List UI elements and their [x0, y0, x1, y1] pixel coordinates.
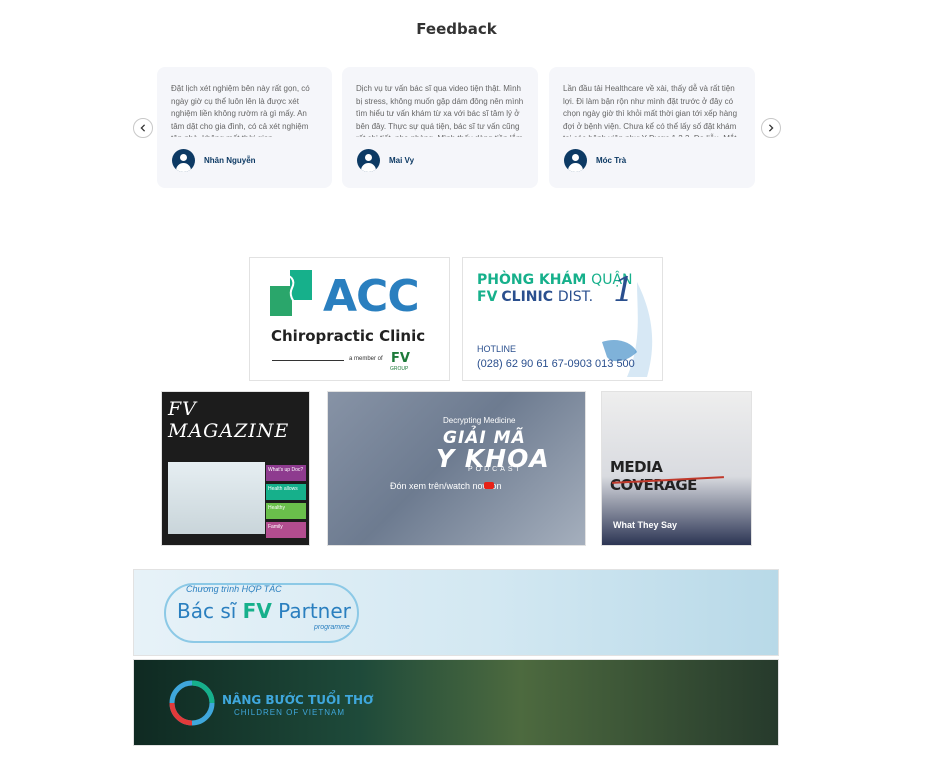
- avatar: [357, 149, 380, 172]
- page-title: Feedback: [416, 20, 497, 38]
- children-logo-icon: [169, 680, 215, 726]
- feedback-card: Dịch vụ tư vấn bác sĩ qua video tiện thậ…: [342, 67, 538, 188]
- partner-main-a: Bác sĩ: [177, 599, 237, 623]
- reviewer-name: Mai Vy: [389, 156, 415, 165]
- children-of-vietnam-banner[interactable]: NÂNG BƯỚC TUỔI THƠ CHILDREN OF VIETNAM: [133, 659, 779, 746]
- magazine-tag: Health allows: [266, 484, 306, 500]
- media-title: MEDIA COVERAGE: [610, 458, 697, 494]
- fv-magazine-link[interactable]: FV MAGAZINE What's up Doc? Health allows…: [161, 391, 310, 546]
- magazine-tag: Family: [266, 522, 306, 538]
- chevron-right-icon: [768, 124, 774, 132]
- acc-member-text: a member of: [349, 356, 383, 362]
- fv-logo: FV: [242, 599, 272, 623]
- hotline-number: (028) 62 90 61 67-0903 013 500: [477, 358, 635, 370]
- carousel-prev-button[interactable]: [133, 118, 153, 138]
- media-caption: What They Say: [613, 520, 678, 530]
- partner-main-text: Bác sĩ FV Partner: [177, 599, 351, 623]
- fv-logo: FV: [391, 351, 410, 366]
- reviewer-name: Nhân Nguyễn: [204, 156, 256, 165]
- acc-subtitle: Chiropractic Clinic: [271, 327, 426, 345]
- divider: [272, 360, 344, 361]
- avatar: [564, 149, 587, 172]
- magazine-tag: Healthy: [266, 503, 306, 519]
- feedback-text: Lần đầu tải Healthcare về xài, thấy dễ v…: [563, 84, 738, 137]
- acc-clinic-link[interactable]: ACC Chiropractic Clinic a member of FV G…: [249, 257, 450, 381]
- doctor-partner-banner[interactable]: Chương trình HỢP TÁC Bác sĩ FV Partner p…: [133, 569, 779, 656]
- youtube-icon: [484, 482, 494, 489]
- fv-logo: FV: [477, 289, 498, 305]
- media-coverage-link[interactable]: MEDIA COVERAGE What They Say: [601, 391, 752, 546]
- magazine-title: FV MAGAZINE: [168, 398, 290, 442]
- magazine-tag: What's up Doc?: [266, 465, 306, 481]
- feedback-card: Đặt lịch xét nghiệm bên này rất gọn, có …: [157, 67, 332, 188]
- podcast-link[interactable]: Decrypting Medicine GIẢI MÃ Y KHOA PODCA…: [327, 391, 586, 546]
- acc-brand: ACC: [323, 271, 420, 322]
- clinic-title-a: PHÒNG KHÁM: [477, 272, 587, 288]
- reviewer-name: Móc Trà: [596, 156, 627, 165]
- clinic-title-line1: PHÒNG KHÁM QUẬN: [477, 272, 633, 288]
- feedback-text: Đặt lịch xét nghiệm bên này rất gọn, có …: [171, 84, 310, 137]
- partner-programme-text: programme: [314, 624, 350, 631]
- carousel-next-button[interactable]: [761, 118, 781, 138]
- acc-logo-icon: [270, 270, 312, 316]
- partner-main-b: Partner: [278, 599, 351, 623]
- clinic-title-d: DIST.: [557, 289, 594, 305]
- clinic-title-line2: FV CLINIC DIST.: [477, 289, 593, 305]
- hotline-label: HOTLINE: [477, 344, 517, 354]
- clinic-number: 1: [613, 270, 635, 310]
- fv-clinic-dist1-link[interactable]: PHÒNG KHÁM QUẬN 1 FV CLINIC DIST. HOTLINE…: [462, 257, 663, 381]
- podcast-small-title: Decrypting Medicine: [443, 416, 516, 425]
- partner-small-text: Chương trình HỢP TÁC: [186, 584, 282, 594]
- feedback-card: Lần đầu tải Healthcare về xài, thấy dễ v…: [549, 67, 755, 188]
- chevron-left-icon: [140, 124, 146, 132]
- podcast-subtitle: PODCAST: [468, 466, 523, 473]
- children-subtitle: CHILDREN OF VIETNAM: [234, 708, 346, 717]
- avatar: [172, 149, 195, 172]
- magazine-tags: What's up Doc? Health allows Healthy Fam…: [266, 465, 306, 541]
- feedback-text: Dịch vụ tư vấn bác sĩ qua video tiện thậ…: [356, 84, 524, 137]
- children-title: NÂNG BƯỚC TUỔI THƠ: [222, 693, 374, 707]
- magazine-photo: [168, 462, 265, 534]
- clinic-title-c: CLINIC: [501, 289, 554, 305]
- fv-group-text: GROUP: [390, 366, 409, 372]
